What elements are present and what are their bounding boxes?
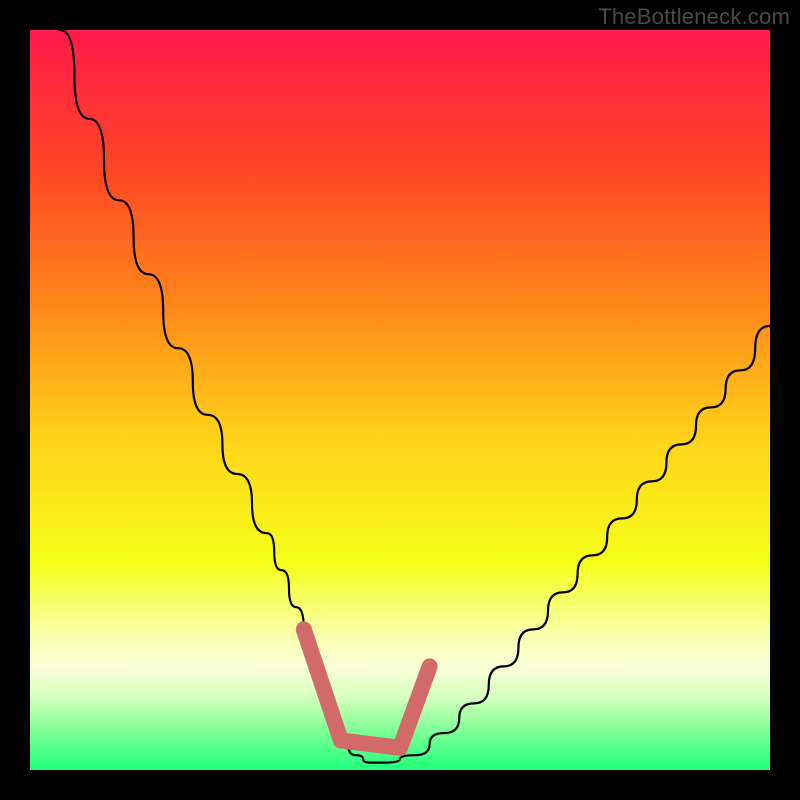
bottom-marker <box>341 740 400 747</box>
watermark-text: TheBottleneck.com <box>598 4 790 30</box>
bottleneck-chart <box>30 30 770 770</box>
chart-container <box>30 30 770 770</box>
gradient-background <box>30 30 770 770</box>
